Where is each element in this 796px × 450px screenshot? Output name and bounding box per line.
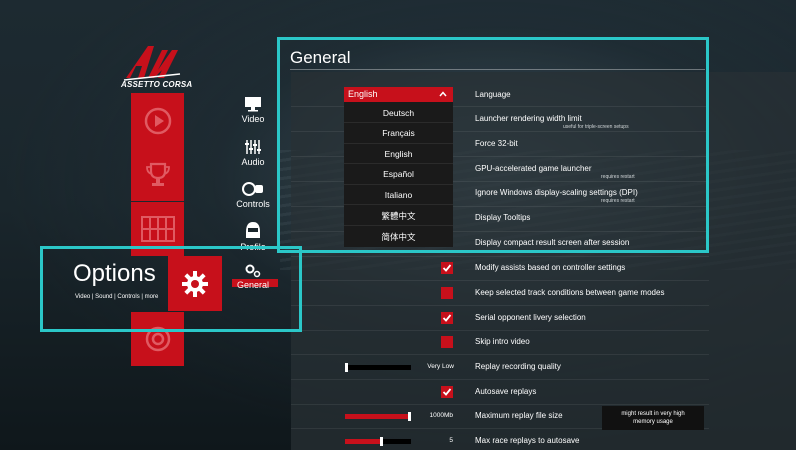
keep-track-conditions-label: Keep selected track conditions between g… <box>475 288 665 297</box>
keep-track-conditions-checkbox[interactable] <box>441 287 453 299</box>
grid-icon <box>140 216 175 242</box>
autosave-replays-label: Autosave replays <box>475 387 537 396</box>
slider-fill <box>345 439 381 444</box>
logo-text: ASSETTO CORSA <box>121 80 193 89</box>
replay-quality-label: Replay recording quality <box>475 362 561 371</box>
subnav-controls-label: Controls <box>236 199 270 209</box>
steering-wheel-icon <box>144 107 171 134</box>
max-race-replays-slider[interactable] <box>345 437 411 446</box>
serial-livery-label: Serial opponent livery selection <box>475 313 586 322</box>
monitor-icon <box>245 97 261 112</box>
replay-quality-value: Very Low <box>427 363 454 370</box>
helmet-icon <box>246 222 260 238</box>
tooltip-line-1: might result in very high <box>621 411 685 417</box>
max-race-replays-label: Max race replays to autosave <box>475 436 580 445</box>
checkmark-icon <box>442 388 452 396</box>
drive-tile[interactable] <box>131 93 184 148</box>
subnav-video-label: Video <box>241 114 265 124</box>
highlight-box-general <box>277 37 709 253</box>
checkmark-icon <box>442 264 452 272</box>
controls-icon <box>242 182 263 196</box>
max-replay-size-value: 1000Mb <box>429 412 454 419</box>
slider-thumb[interactable] <box>345 363 348 372</box>
modify-assists-label: Modify assists based on controller setti… <box>475 263 626 272</box>
max-replay-size-slider[interactable] <box>345 412 411 421</box>
highlight-box-options <box>40 246 302 332</box>
equalizer-icon <box>245 140 261 154</box>
slider-thumb[interactable] <box>380 437 383 446</box>
tooltip-line-2: memory usage <box>633 419 673 425</box>
modify-assists-checkbox[interactable] <box>441 262 453 274</box>
replay-quality-slider[interactable] <box>345 363 411 372</box>
serial-livery-checkbox[interactable] <box>441 312 453 324</box>
subnav-controls[interactable]: Controls <box>233 181 273 209</box>
trophy-icon <box>145 162 170 186</box>
skip-intro-checkbox[interactable] <box>441 336 453 348</box>
checkmark-icon <box>442 314 452 322</box>
subnav-video[interactable]: Video <box>233 96 273 124</box>
max-race-replays-value: 5 <box>449 437 453 444</box>
subnav-audio[interactable]: Audio <box>233 139 273 167</box>
slider-fill <box>345 414 409 419</box>
autosave-replays-checkbox[interactable] <box>441 386 453 398</box>
memory-tooltip: might result in very high memory usage <box>602 406 704 430</box>
slider-thumb[interactable] <box>408 412 411 421</box>
events-tile[interactable] <box>131 147 184 201</box>
skip-intro-label: Skip intro video <box>475 337 530 346</box>
max-replay-size-label: Maximum replay file size <box>475 411 563 420</box>
subnav-audio-label: Audio <box>241 157 265 167</box>
